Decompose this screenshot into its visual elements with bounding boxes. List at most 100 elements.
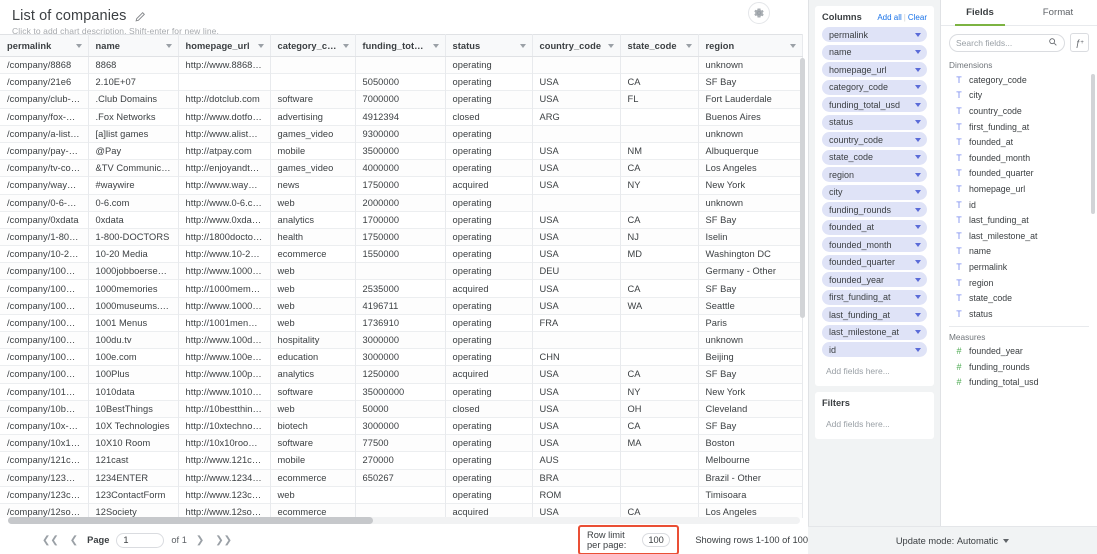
table-row[interactable]: /company/12society12Societyhttp://www.12…: [0, 503, 802, 518]
measure-item-funding_rounds[interactable]: #funding_rounds: [941, 359, 1097, 375]
chevron-down-icon[interactable]: [915, 85, 921, 89]
chevron-down-icon[interactable]: [915, 225, 921, 229]
table-row[interactable]: /company/1000mus...1000museums.comhttp:/…: [0, 297, 802, 314]
first-page-icon[interactable]: ❮❮: [40, 535, 61, 546]
chevron-down-icon[interactable]: [915, 190, 921, 194]
chevron-down-icon[interactable]: [790, 44, 796, 48]
column-chip-founded_year[interactable]: founded_year: [822, 272, 927, 287]
table-row[interactable]: /company/tv-comm...&TV Communicationshtt…: [0, 160, 802, 177]
chevron-down-icon[interactable]: [915, 50, 921, 54]
dimension-item-homepage_url[interactable]: Thomepage_url: [941, 181, 1097, 197]
chevron-down-icon[interactable]: [915, 330, 921, 334]
chevron-down-icon[interactable]: [343, 44, 349, 48]
dimension-item-last_milestone_at[interactable]: Tlast_milestone_at: [941, 228, 1097, 244]
table-row[interactable]: /company/100e-com100e.comhttp://www.100e…: [0, 349, 802, 366]
measure-item-funding_total_usd[interactable]: #funding_total_usd: [941, 375, 1097, 391]
table-row[interactable]: /company/121cast121casthttp://www.121cas…: [0, 452, 802, 469]
column-chip-founded_at[interactable]: founded_at: [822, 220, 927, 235]
filters-add-fields-dropzone[interactable]: Add fields here...: [822, 413, 927, 431]
table-row[interactable]: /company/waywire#waywirehttp://www.waywi…: [0, 177, 802, 194]
page-number-input[interactable]: 1: [116, 533, 164, 548]
column-chip-last_funding_at[interactable]: last_funding_at: [822, 307, 927, 322]
column-header-category_code[interactable]: category_code: [270, 35, 355, 57]
table-row[interactable]: /company/fox-netw....Fox Networkshttp://…: [0, 108, 802, 125]
tab-fields[interactable]: Fields: [941, 0, 1019, 25]
pencil-icon[interactable]: [134, 10, 147, 23]
column-header-state_code[interactable]: state_code: [620, 35, 698, 57]
dimension-item-category_code[interactable]: Tcategory_code: [941, 72, 1097, 88]
table-row[interactable]: /company/10bestthi...10BestThingshttp://…: [0, 400, 802, 417]
table-row[interactable]: /company/0xdata0xdatahttp://www.0xdata.c…: [0, 211, 802, 228]
column-chip-funding_rounds[interactable]: funding_rounds: [822, 202, 927, 217]
table-row[interactable]: /company/21e62.10E+075050000operatingUSA…: [0, 74, 802, 91]
column-chip-city[interactable]: city: [822, 185, 927, 200]
chevron-down-icon[interactable]: [915, 103, 921, 107]
table-row[interactable]: /company/88688868http://www.8868.cnopera…: [0, 57, 802, 74]
chevron-down-icon[interactable]: [520, 44, 526, 48]
column-chip-founded_quarter[interactable]: founded_quarter: [822, 255, 927, 270]
column-header-permalink[interactable]: permalink: [0, 35, 88, 57]
table-row[interactable]: /company/a-list-ga...[a]list gameshttp:/…: [0, 125, 802, 142]
table-row[interactable]: /company/100plus100Plushttp://www.100plu…: [0, 366, 802, 383]
dimension-item-city[interactable]: Tcity: [941, 88, 1097, 104]
search-input[interactable]: Search fields...: [956, 38, 1012, 48]
chevron-down-icon[interactable]: [915, 68, 921, 72]
chevron-down-icon[interactable]: [915, 120, 921, 124]
dimension-item-id[interactable]: Tid: [941, 197, 1097, 213]
column-chip-category_code[interactable]: category_code: [822, 80, 927, 95]
chevron-down-icon[interactable]: [433, 44, 439, 48]
column-chip-first_funding_at[interactable]: first_funding_at: [822, 290, 927, 305]
dimension-item-state_code[interactable]: Tstate_code: [941, 290, 1097, 306]
table-row[interactable]: /company/0-6-com0-6.comhttp://www.0-6.co…: [0, 194, 802, 211]
search-field-wrapper[interactable]: Search fields...: [949, 34, 1065, 52]
chevron-down-icon[interactable]: [915, 173, 921, 177]
table-row[interactable]: /company/1000job...1000jobboersen.dehttp…: [0, 263, 802, 280]
chevron-down-icon[interactable]: [915, 295, 921, 299]
chevron-down-icon[interactable]: [915, 348, 921, 352]
table-row[interactable]: /company/pay-mobi...@Payhttp://atpay.com…: [0, 142, 802, 159]
table-row[interactable]: /company/1001-me...1001 Menushttp://1001…: [0, 314, 802, 331]
table-row[interactable]: /company/1-800-do...1-800-DOCTORShttp://…: [0, 228, 802, 245]
column-chip-id[interactable]: id: [822, 342, 927, 357]
dimension-item-founded_quarter[interactable]: Tfounded_quarter: [941, 166, 1097, 182]
chevron-down-icon[interactable]: [915, 313, 921, 317]
table-horizontal-scrollbar-thumb[interactable]: [8, 517, 373, 524]
column-chip-status[interactable]: status: [822, 115, 927, 130]
chevron-down-icon[interactable]: [915, 278, 921, 282]
column-chip-name[interactable]: name: [822, 45, 927, 60]
prev-page-icon[interactable]: ❮: [68, 535, 80, 546]
dimension-item-status[interactable]: Tstatus: [941, 306, 1097, 322]
chevron-down-icon[interactable]: [608, 44, 614, 48]
column-header-name[interactable]: name: [88, 35, 178, 57]
table-row[interactable]: /company/1000me...1000memorieshttp://100…: [0, 280, 802, 297]
chevron-down-icon[interactable]: [166, 44, 172, 48]
fields-scrollbar[interactable]: [1091, 74, 1095, 214]
chevron-down-icon[interactable]: [915, 260, 921, 264]
chevron-down-icon[interactable]: [76, 44, 82, 48]
chevron-down-icon[interactable]: [915, 155, 921, 159]
table-row[interactable]: /company/10x-tech...10X Technologieshttp…: [0, 417, 802, 434]
column-chip-state_code[interactable]: state_code: [822, 150, 927, 165]
column-header-funding_total_u[interactable]: funding_total_u...: [355, 35, 445, 57]
table-row[interactable]: /company/1010data1010datahttp://www.1010…: [0, 383, 802, 400]
dimension-item-first_funding_at[interactable]: Tfirst_funding_at: [941, 119, 1097, 135]
row-limit-input[interactable]: 100: [642, 533, 670, 547]
column-chip-homepage_url[interactable]: homepage_url: [822, 62, 927, 77]
dimension-item-last_funding_at[interactable]: Tlast_funding_at: [941, 212, 1097, 228]
data-table-container[interactable]: permalinknamehomepage_urlcategory_codefu…: [0, 34, 808, 518]
fx-icon[interactable]: ƒ+: [1070, 33, 1089, 52]
chevron-down-icon[interactable]: [915, 138, 921, 142]
table-vertical-scrollbar[interactable]: [800, 58, 805, 318]
column-header-country_code[interactable]: country_code: [532, 35, 620, 57]
measure-item-founded_year[interactable]: #founded_year: [941, 344, 1097, 360]
chevron-down-icon[interactable]: [915, 243, 921, 247]
dimension-item-founded_at[interactable]: Tfounded_at: [941, 134, 1097, 150]
tab-format[interactable]: Format: [1019, 0, 1097, 25]
column-chip-founded_month[interactable]: founded_month: [822, 237, 927, 252]
table-row[interactable]: /company/123conta...123ContactFormhttp:/…: [0, 486, 802, 503]
chevron-down-icon[interactable]: [1003, 539, 1009, 543]
table-row[interactable]: /company/1234enter1234ENTERhttp://www.12…: [0, 469, 802, 486]
column-chip-funding_total_usd[interactable]: funding_total_usd: [822, 97, 927, 112]
next-page-icon[interactable]: ❯: [194, 535, 206, 546]
column-chip-permalink[interactable]: permalink: [822, 27, 927, 42]
